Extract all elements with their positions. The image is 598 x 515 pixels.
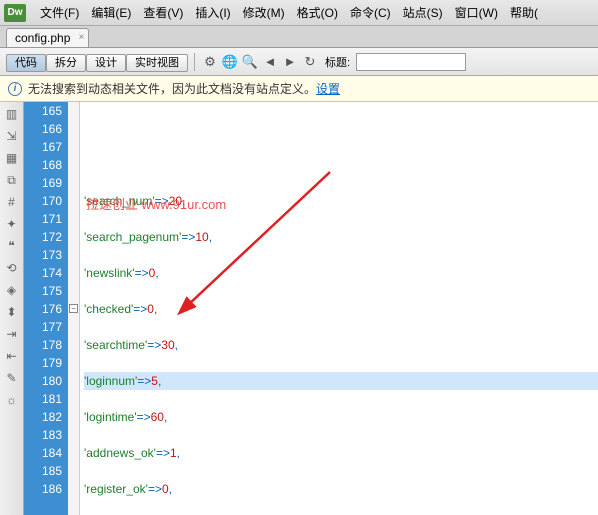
view-button[interactable]: 实时视图 bbox=[126, 54, 188, 72]
code-line[interactable] bbox=[84, 246, 598, 264]
balance-braces-icon[interactable]: ⧉ bbox=[4, 172, 20, 188]
menu-item[interactable]: 编辑(E) bbox=[85, 4, 137, 22]
line-number: 185 bbox=[24, 462, 62, 480]
menu-item[interactable]: 窗口(W) bbox=[449, 4, 504, 22]
file-tab-config[interactable]: config.php × bbox=[6, 28, 89, 47]
select-parent-icon[interactable]: ▦ bbox=[4, 150, 20, 166]
menu-item[interactable]: 修改(M) bbox=[237, 4, 291, 22]
code-line[interactable]: 'register_ok'=>0, bbox=[84, 480, 598, 498]
code-line[interactable] bbox=[84, 390, 598, 408]
vertical-toolbar: ▥ ⇲ ▦ ⧉ # ✦ ❝ ⟲ ◈ ⬍ ⇥ ⇤ ✎ ☼ bbox=[0, 102, 24, 515]
view-button[interactable]: 设计 bbox=[86, 54, 126, 72]
open-docs-icon[interactable]: ▥ bbox=[4, 106, 20, 122]
code-line[interactable] bbox=[84, 462, 598, 480]
outdent-icon[interactable]: ⇤ bbox=[4, 348, 20, 364]
code-line[interactable]: 'search_num'=>20, bbox=[84, 192, 598, 210]
code-line[interactable]: 'logintime'=>60, bbox=[84, 408, 598, 426]
code-line[interactable]: 'newslink'=>0, bbox=[84, 264, 598, 282]
line-gutter: 1651661671681691701711721731741751761771… bbox=[24, 102, 68, 515]
apply-comment-icon[interactable]: ❝ bbox=[4, 238, 20, 254]
code-line[interactable] bbox=[84, 282, 598, 300]
line-number: 183 bbox=[24, 426, 62, 444]
recent-snippets-icon[interactable]: ◈ bbox=[4, 282, 20, 298]
syntax-icon[interactable]: ☼ bbox=[4, 392, 20, 408]
editor: ▥ ⇲ ▦ ⧉ # ✦ ❝ ⟲ ◈ ⬍ ⇥ ⇤ ✎ ☼ 165166167168… bbox=[0, 102, 598, 515]
line-number: 180 bbox=[24, 372, 62, 390]
file-tab-label: config.php bbox=[15, 31, 70, 45]
move-css-icon[interactable]: ⬍ bbox=[4, 304, 20, 320]
menu-item[interactable]: 查看(V) bbox=[137, 4, 189, 22]
menu-item[interactable]: 格式(O) bbox=[291, 4, 344, 22]
code-line[interactable]: 'addnews_ok'=>1, bbox=[84, 444, 598, 462]
line-number: 168 bbox=[24, 156, 62, 174]
wrap-tag-icon[interactable]: ⟲ bbox=[4, 260, 20, 276]
code-line[interactable] bbox=[84, 354, 598, 372]
view-button[interactable]: 代码 bbox=[6, 54, 46, 72]
line-number: 178 bbox=[24, 336, 62, 354]
menu-item[interactable]: 文件(F) bbox=[34, 4, 85, 22]
view-toolbar: 代码拆分设计实时视图 ⚙ 🌐 🔍 ◄ ► ↻ 标题: bbox=[0, 48, 598, 76]
view-button[interactable]: 拆分 bbox=[46, 54, 86, 72]
live-code-icon[interactable]: ⚙ bbox=[201, 53, 219, 71]
info-icon: i bbox=[8, 82, 22, 96]
title-input[interactable] bbox=[356, 53, 466, 71]
line-number: 181 bbox=[24, 390, 62, 408]
refresh-icon[interactable]: ↻ bbox=[301, 53, 319, 71]
menu-items: 文件(F)编辑(E)查看(V)插入(I)修改(M)格式(O)命令(C)站点(S)… bbox=[34, 4, 544, 21]
menubar: Dw 文件(F)编辑(E)查看(V)插入(I)修改(M)格式(O)命令(C)站点… bbox=[0, 0, 598, 26]
code-line[interactable]: 'searchtime'=>30, bbox=[84, 336, 598, 354]
code-line[interactable] bbox=[84, 498, 598, 515]
line-number: 172 bbox=[24, 228, 62, 246]
info-settings-link[interactable]: 设置 bbox=[316, 80, 340, 97]
close-icon[interactable]: × bbox=[79, 32, 85, 43]
line-number: 167 bbox=[24, 138, 62, 156]
line-number: 166 bbox=[24, 120, 62, 138]
info-text: 无法搜索到动态相关文件，因为此文档没有站点定义。 bbox=[28, 80, 316, 97]
menu-item[interactable]: 帮助( bbox=[504, 4, 544, 22]
code-line[interactable]: 'search_pagenum'=>10, bbox=[84, 228, 598, 246]
nav-back-icon[interactable]: ◄ bbox=[261, 53, 279, 71]
code-line[interactable] bbox=[84, 174, 598, 192]
line-number: 169 bbox=[24, 174, 62, 192]
toolbar-separator bbox=[194, 53, 195, 71]
code-line[interactable] bbox=[84, 210, 598, 228]
line-number: 179 bbox=[24, 354, 62, 372]
line-number: 173 bbox=[24, 246, 62, 264]
indent-icon[interactable]: ⇥ bbox=[4, 326, 20, 342]
line-number: 177 bbox=[24, 318, 62, 336]
app-logo: Dw bbox=[4, 4, 26, 22]
info-bar: i 无法搜索到动态相关文件，因为此文档没有站点定义。 设置 bbox=[0, 76, 598, 102]
fold-toggle-icon[interactable]: − bbox=[69, 304, 78, 313]
fold-column: − bbox=[68, 102, 80, 515]
code-area[interactable]: 拉速创业 www.91ur.com 'search_num'=>20,'sear… bbox=[80, 102, 598, 515]
title-label: 标题: bbox=[325, 54, 350, 70]
code-line[interactable]: 'checked'=>0, bbox=[84, 300, 598, 318]
menu-item[interactable]: 命令(C) bbox=[344, 4, 397, 22]
menu-item[interactable]: 站点(S) bbox=[397, 4, 449, 22]
line-number: 186 bbox=[24, 480, 62, 498]
line-number: 176 bbox=[24, 300, 62, 318]
code-line[interactable] bbox=[84, 318, 598, 336]
collapse-icon[interactable]: ⇲ bbox=[4, 128, 20, 144]
code-line[interactable]: 'loginnum'=>5, bbox=[84, 372, 598, 390]
inspect-icon[interactable]: 🔍 bbox=[241, 53, 259, 71]
code-line[interactable] bbox=[84, 426, 598, 444]
menu-item[interactable]: 插入(I) bbox=[189, 4, 236, 22]
line-number: 175 bbox=[24, 282, 62, 300]
line-number: 165 bbox=[24, 102, 62, 120]
nav-forward-icon[interactable]: ► bbox=[281, 53, 299, 71]
highlight-icon[interactable]: ✦ bbox=[4, 216, 20, 232]
line-number: 182 bbox=[24, 408, 62, 426]
file-tabbar: config.php × bbox=[0, 26, 598, 48]
line-number: 170 bbox=[24, 192, 62, 210]
line-number: 184 bbox=[24, 444, 62, 462]
globe-icon[interactable]: 🌐 bbox=[221, 53, 239, 71]
line-numbers-icon[interactable]: # bbox=[4, 194, 20, 210]
line-number: 174 bbox=[24, 264, 62, 282]
line-number: 171 bbox=[24, 210, 62, 228]
format-icon[interactable]: ✎ bbox=[4, 370, 20, 386]
